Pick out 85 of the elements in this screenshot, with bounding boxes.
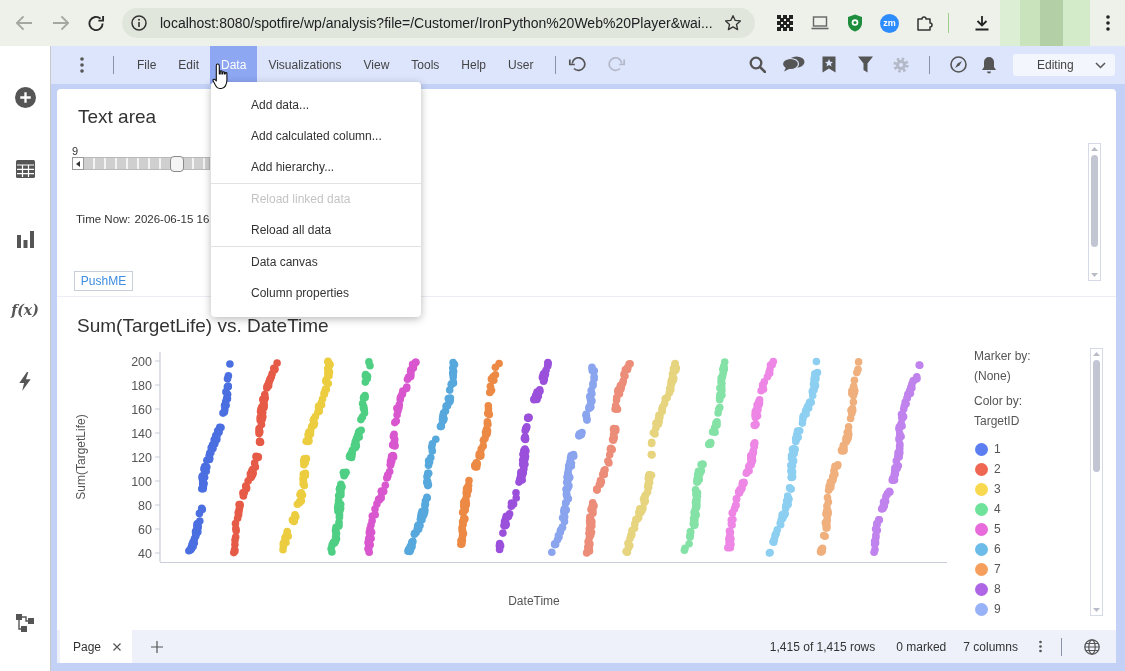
compass-icon[interactable] [949,56,967,73]
axis-tick-label: 60 [138,522,152,537]
add-page-icon[interactable] [151,640,163,653]
legend-label: 8 [994,581,1001,598]
legend-label: 1 [994,441,1001,458]
chart-title: Sum(TargetLife) vs. DateTime [77,315,329,337]
legend-label: 4 [994,501,1001,518]
legend-label: 7 [994,561,1001,578]
menu-item[interactable]: Help [450,46,498,84]
address-bar[interactable]: localhost:8080/spotfire/wp/analysis?file=/Customer/IronPython%20Web%20Player&wai... [122,8,755,38]
chat-bubbles-icon[interactable] [781,56,805,72]
caret-left-icon [76,160,80,167]
slider-thumb[interactable] [169,156,184,172]
menu-item[interactable]: Visualizations [257,46,353,84]
menu-item[interactable]: User [497,46,545,84]
marked-count: 0 marked [896,638,947,656]
globe-icon[interactable] [1084,638,1100,655]
close-icon[interactable] [113,642,122,651]
panel-title: Text area [78,106,157,128]
vertical-scrollbar[interactable] [1088,143,1101,281]
time-label: Time Now: [76,212,131,226]
download-icon[interactable] [974,15,990,31]
axis-tick-label: 120 [131,450,152,465]
legend-value: TargetID [974,413,1020,430]
axis-tick-label: 40 [138,546,152,561]
menu-icon[interactable] [80,57,84,73]
hierarchy-icon[interactable] [16,614,34,632]
menu-item[interactable]: View [352,46,401,84]
laptop-icon[interactable] [810,16,829,30]
search-icon[interactable] [748,56,766,73]
url-text: localhost:8080/spotfire/wp/analysis?file=/Customer/IronPython%20Web%20Player&wai... [160,13,714,33]
mode-dropdown[interactable]: Editing [1013,54,1115,76]
y-axis-title: Sum(TargetLife) [74,414,88,500]
undo-icon[interactable] [568,56,587,74]
legend-label: 5 [994,521,1001,538]
dropdown-item[interactable]: Add hierarchy... [211,152,421,183]
more-options-icon[interactable] [1105,15,1110,31]
legend-value: (None) [974,368,1011,385]
dropdown-item[interactable]: Data canvas [211,247,421,278]
scrollbar-thumb[interactable] [1093,360,1100,472]
axis-tick-label: 160 [131,402,152,417]
bar-chart-icon[interactable] [16,230,34,248]
scrollbar-thumb[interactable] [1091,155,1098,247]
grid-pattern-icon[interactable] [776,15,793,31]
shield-icon[interactable] [846,14,863,32]
axis-tick-label: 140 [131,426,152,441]
menu-item[interactable]: Edit [167,46,211,84]
expression-button[interactable]: f(x) [11,300,39,320]
page-tab[interactable]: Page [60,630,132,663]
legend-label: 3 [994,481,1001,498]
filter-icon[interactable] [857,56,873,73]
table-icon[interactable] [15,160,35,178]
dropdown-item[interactable]: Add data... [211,90,421,121]
axis-tick-label: 180 [131,378,152,393]
lightning-icon[interactable] [19,372,31,391]
info-icon[interactable] [131,15,147,31]
reload-icon[interactable] [87,15,105,31]
dropdown-item[interactable]: Add calculated column... [211,121,421,152]
legend-heading: Marker by: [974,348,1031,365]
legend-label: 6 [994,541,1001,558]
slider-value: 9 [72,145,79,157]
push-button[interactable]: PushME [74,271,133,291]
legend-label: 2 [994,461,1001,478]
legend-label: 9 [994,601,1001,618]
dropdown-item[interactable]: Reload all data [211,215,421,246]
time-value: 2026-06-15 16 [134,212,210,226]
bell-icon[interactable] [981,56,997,74]
vertical-scrollbar[interactable] [1090,348,1103,616]
menu-item[interactable]: File [126,46,168,84]
dropdown-item[interactable]: Column properties [211,278,421,309]
bookmark-star-icon[interactable] [725,15,741,31]
bookmark-icon[interactable] [822,56,836,73]
column-count: 7 columns [963,638,1018,656]
add-icon[interactable] [14,87,36,108]
chevron-down-icon [1095,61,1106,69]
row-count: 1,415 of 1,415 rows [769,638,876,656]
slider-step-button[interactable] [72,157,84,170]
puzzle-icon[interactable] [916,15,933,31]
axis-tick-label: 100 [131,474,152,489]
axis-tick-label: 200 [131,354,152,369]
menu-item[interactable]: Tools [400,46,451,84]
x-axis-title: DateTime [508,594,560,608]
axis-tick-label: 80 [138,498,152,513]
more-options-icon[interactable] [1039,640,1042,653]
legend-heading: Color by: [974,393,1023,410]
